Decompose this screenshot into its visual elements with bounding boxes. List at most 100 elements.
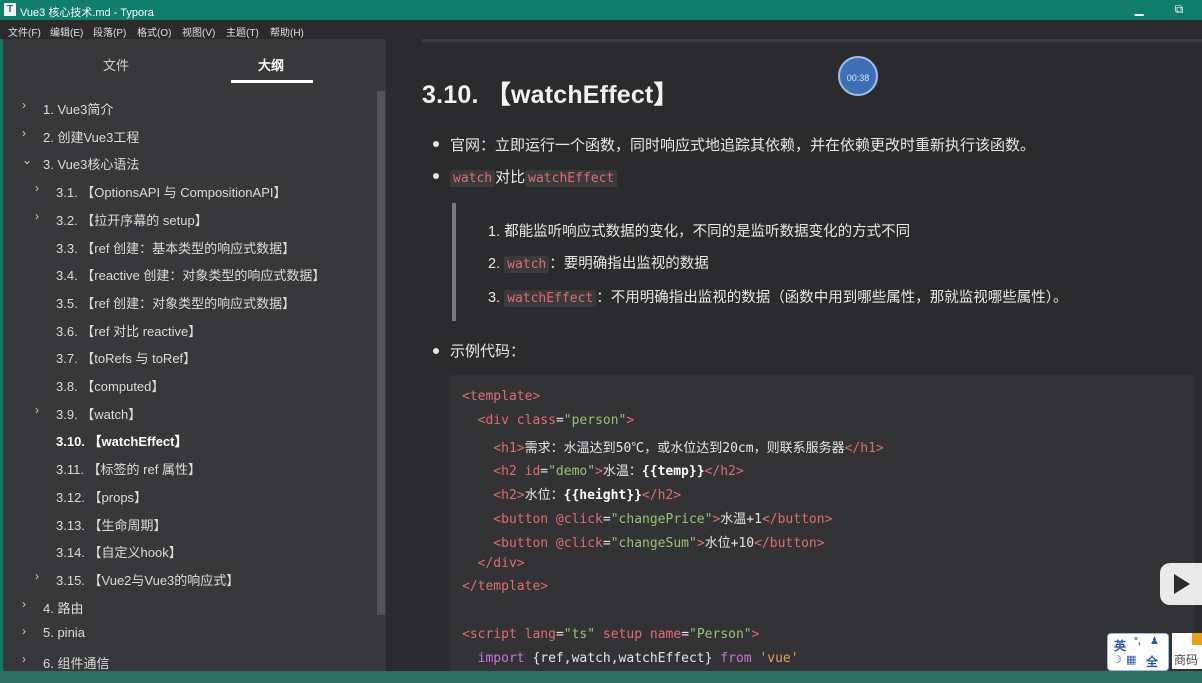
active-tab-indicator — [231, 80, 313, 83]
outline-item[interactable]: 1. Vue3简介 — [43, 99, 113, 118]
code-token: </h2> — [704, 464, 744, 480]
inline-code-watcheffect: watchEffect — [525, 170, 618, 187]
code-token: <button — [462, 512, 556, 527]
ime-user-icon[interactable]: ♟ — [1150, 636, 1159, 647]
window-title: Vue3 核心技术.md - Typora — [20, 7, 154, 19]
recording-timer[interactable]: 00:38 — [838, 56, 878, 96]
ime-side-panel[interactable]: 商码 — [1172, 633, 1202, 669]
item-number: 1. — [488, 224, 505, 240]
comparison-item-1: 1. 都能监听响应式数据的变化，不同的是监听数据变化的方式不同 — [488, 220, 910, 241]
outline-item[interactable]: 3.12. 【props】 — [56, 487, 147, 506]
menu-theme[interactable]: 主题(T) — [226, 24, 259, 39]
code-token: "changePrice" — [610, 512, 713, 527]
editor-top-rule — [422, 39, 1202, 42]
outline-item[interactable]: 3.14. 【自定义hook】 — [56, 542, 182, 561]
code-token: <div — [462, 412, 517, 428]
code-token: </template> — [462, 579, 549, 595]
ime-side-label: 商码 — [1174, 653, 1199, 667]
minimize-button[interactable]: ▁ — [1124, 0, 1154, 20]
tab-files[interactable]: 文件 — [103, 55, 129, 74]
chevron-right-icon[interactable]: › — [22, 652, 26, 666]
outline-item[interactable]: 3.3. 【ref 创建：基本类型的响应式数据】 — [56, 238, 295, 257]
outline-item[interactable]: 3.8. 【computed】 — [56, 376, 164, 395]
outline-item[interactable]: 3.5. 【ref 创建：对象类型的响应式数据】 — [56, 293, 295, 312]
code-token: <h1> — [462, 440, 525, 456]
chevron-right-icon[interactable]: › — [35, 403, 39, 417]
ime-punct-icon[interactable]: °, — [1134, 636, 1141, 647]
outline-item[interactable]: 3.2. 【拉开序幕的 setup】 — [56, 210, 208, 229]
code-token: 水位： — [524, 488, 564, 504]
outline-item[interactable]: 3.9. 【watch】 — [56, 404, 141, 423]
menu-help[interactable]: 帮助(H) — [270, 24, 304, 39]
item-text: ：要明确指出监视的数据 — [549, 256, 709, 272]
code-token: 水温+1 — [720, 512, 762, 527]
code-token: = — [555, 627, 564, 642]
ime-moon-icon[interactable]: ☽ — [1112, 653, 1122, 666]
code-token: {{height}} — [563, 488, 642, 504]
outline-item[interactable]: 3.11. 【标签的 ref 属性】 — [56, 459, 201, 478]
chevron-right-icon[interactable]: › — [35, 209, 39, 223]
outline-item[interactable]: 3.4. 【reactive 创建：对象类型的响应式数据】 — [56, 265, 325, 284]
outline-item[interactable]: 3. Vue3核心语法 — [43, 154, 139, 173]
item-text: ：不用明确指出监视的数据（函数中用到哪些属性，那就监视哪些属性）。 — [596, 290, 1068, 306]
section-heading: 3.10. 【watchEffect】 — [422, 81, 679, 109]
code-token: 水温： — [602, 464, 642, 480]
chevron-right-icon[interactable]: › — [35, 569, 39, 583]
comparison-blockquote: 1. 都能监听响应式数据的变化，不同的是监听数据变化的方式不同 2. watch… — [452, 203, 1172, 321]
chevron-right-icon[interactable]: › — [22, 98, 26, 112]
outline-item[interactable]: 2. 创建Vue3工程 — [43, 127, 139, 146]
outline-item[interactable]: 3.6. 【ref 对比 reactive】 — [56, 321, 201, 340]
sidebar-scrollbar[interactable] — [377, 91, 385, 615]
menu-paragraph[interactable]: 段落(P) — [93, 24, 126, 39]
video-play-widget[interactable] — [1160, 563, 1202, 605]
code-line: <div class="person"> — [462, 412, 635, 428]
code-token: <button — [462, 535, 556, 551]
restore-button[interactable]: ⧉ — [1164, 0, 1194, 20]
chevron-right-icon[interactable]: › — [22, 126, 26, 140]
outline-item[interactable]: 3.13. 【生命周期】 — [56, 515, 167, 534]
outline-item[interactable]: 3.7. 【toRefs 与 toRef】 — [56, 348, 196, 367]
code-token: lang — [524, 627, 556, 642]
code-token: "person" — [563, 412, 627, 428]
ime-badge-icon — [1192, 633, 1202, 645]
code-token: "ts" — [563, 627, 596, 642]
ime-language[interactable]: 英 — [1114, 637, 1126, 654]
code-line: <h2>水位：{{height}}</h2> — [462, 484, 681, 503]
code-token: @click — [555, 512, 603, 527]
code-line: <h1>需求：水温达到50℃，或水位达到20cm，则联系服务器</h1> — [462, 437, 883, 456]
bullet-dot — [433, 141, 439, 147]
code-token: > — [751, 627, 760, 642]
menu-edit[interactable]: 编辑(E) — [50, 24, 83, 39]
outline-item[interactable]: 3.15. 【Vue2与Vue3的响应式】 — [56, 570, 239, 589]
menu-view[interactable]: 视图(V) — [182, 24, 215, 39]
outline-item[interactable]: 6. 组件通信 — [43, 653, 109, 672]
code-token: "changeSum" — [610, 535, 697, 551]
ime-fullwidth[interactable]: 全 — [1146, 653, 1158, 670]
ime-toolbox-icon[interactable]: ▦ — [1126, 653, 1136, 666]
code-block[interactable]: <template> <div class="person"> <h1>需求：水… — [450, 375, 1194, 683]
menu-file[interactable]: 文件(F) — [8, 24, 41, 39]
code-token: <template> — [462, 389, 541, 404]
watch-vs-watcheffect-line: watch 对比 watchEffect — [450, 166, 618, 187]
bullet-dot — [433, 348, 439, 354]
inline-code-watch: watch — [504, 256, 550, 273]
outline-item[interactable]: 3.10. 【watchEffect】 — [56, 431, 188, 450]
code-token: {{temp}} — [641, 464, 705, 480]
menu-bar: 文件(F) 编辑(E) 段落(P) 格式(O) 视图(V) 主题(T) 帮助(H… — [0, 20, 1202, 39]
code-token: @click — [555, 535, 603, 551]
outline-item[interactable]: 5. pinia — [43, 625, 85, 640]
code-token: = — [555, 412, 564, 428]
code-token: from — [720, 650, 752, 666]
chevron-down-icon[interactable]: ⌄ — [22, 153, 32, 167]
ime-toolbar[interactable]: 英 °, ♟ ☽ ▦ 全 — [1107, 633, 1169, 671]
inline-code-watch: watch — [450, 170, 496, 187]
outline-item[interactable]: 4. 路由 — [43, 598, 83, 617]
chevron-right-icon[interactable]: › — [22, 597, 26, 611]
editor-pane: 3.10. 【watchEffect】 官网：立即运行一个函数，同时响应式地追踪… — [386, 39, 1202, 683]
chevron-right-icon[interactable]: › — [35, 181, 39, 195]
menu-format[interactable]: 格式(O) — [137, 24, 171, 39]
tab-outline[interactable]: 大纲 — [258, 55, 284, 74]
chevron-right-icon[interactable]: › — [22, 624, 26, 638]
outline-item[interactable]: 3.1. 【OptionsAPI 与 CompositionAPI】 — [56, 182, 286, 201]
